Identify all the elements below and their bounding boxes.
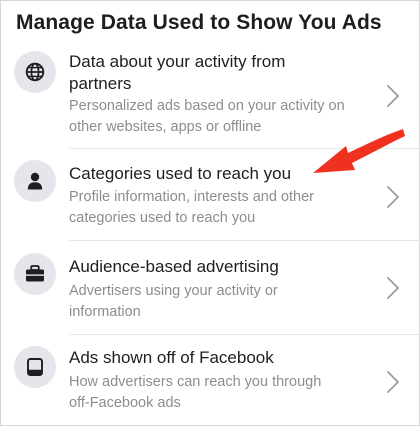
globe-icon	[25, 62, 45, 82]
menu-item-title: Audience-based advertising	[69, 257, 279, 276]
menu-item-partner-activity[interactable]: Data about your activity from partners P…	[0, 0, 420, 145]
laptop-icon	[27, 358, 43, 376]
menu-item-description: Profile information, interests and other…	[69, 189, 315, 226]
menu-item-title: Ads shown off of Facebook	[69, 348, 274, 367]
menu-item-description: Advertisers using your activity or infor…	[69, 283, 278, 320]
menu-item-title: Data about your activity from partners	[69, 52, 286, 93]
chevron-right-icon	[387, 85, 399, 107]
menu-item-audience-advertising[interactable]: Audience-based advertising Advertisers u…	[0, 241, 420, 336]
person-icon-circle	[14, 160, 56, 202]
chevron-right-icon	[387, 277, 399, 299]
briefcase-icon-circle	[14, 253, 56, 295]
menu-item-description: Personalized ads based on your activity …	[69, 98, 345, 135]
globe-icon-circle	[14, 51, 56, 93]
menu-item-title: Categories used to reach you	[69, 164, 292, 183]
menu-item-ads-off-facebook[interactable]: Ads shown off of Facebook How advertiser…	[0, 335, 420, 425]
laptop-icon-circle	[14, 346, 56, 388]
person-icon	[27, 172, 43, 190]
chevron-right-icon	[387, 371, 399, 393]
chevron-right-icon	[387, 186, 399, 208]
menu-item-description: How advertisers can reach you through of…	[69, 374, 322, 411]
briefcase-icon	[26, 265, 44, 282]
menu-item-categories[interactable]: Categories used to reach you Profile inf…	[0, 149, 420, 241]
